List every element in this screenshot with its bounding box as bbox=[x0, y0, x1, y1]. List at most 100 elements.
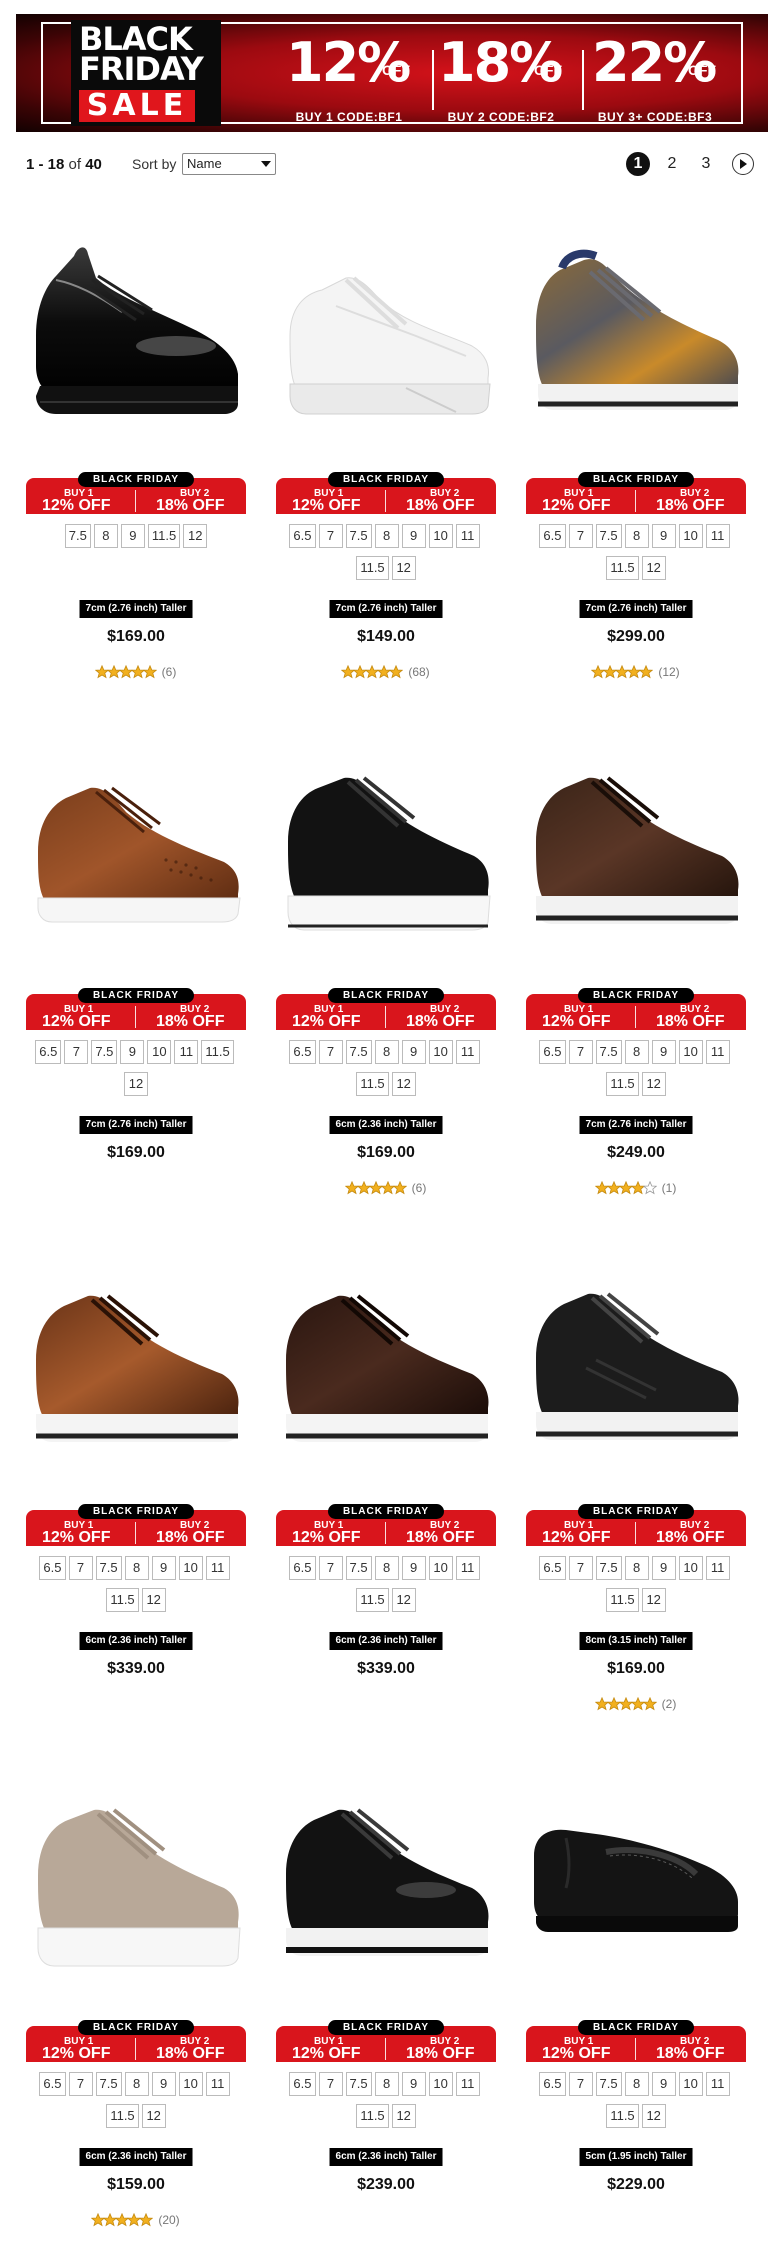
size-option[interactable]: 7.5 bbox=[95, 1556, 122, 1580]
size-option[interactable]: 11 bbox=[455, 1040, 480, 1064]
size-option[interactable]: 6.5 bbox=[289, 1040, 316, 1064]
product-card[interactable]: BLACK FRIDAY BUY 1 12% OFF BUY 2 18% OFF 6.5 7… bbox=[276, 1248, 496, 1748]
product-card[interactable]: BLACK FRIDAY BUY 1 12% OFF BUY 2 18% OFF 6.5 7… bbox=[526, 732, 746, 1232]
size-option[interactable]: 12 bbox=[391, 556, 416, 580]
product-image[interactable] bbox=[26, 732, 246, 962]
product-card[interactable]: BLACK FRIDAY BUY 1 12% OFF BUY 2 18% OFF 6.5 7… bbox=[276, 1764, 496, 2241]
size-option[interactable]: 7.5 bbox=[64, 524, 91, 548]
product-card[interactable]: BLACK FRIDAY BUY 1 12% OFF BUY 2 18% OFF 6.5 7… bbox=[26, 1764, 246, 2241]
size-option[interactable]: 7 bbox=[68, 1556, 93, 1580]
size-option[interactable]: 11 bbox=[455, 1556, 480, 1580]
size-option[interactable]: 11.5 bbox=[356, 1588, 389, 1612]
size-option[interactable]: 7.5 bbox=[345, 524, 372, 548]
page-1-button[interactable]: 1 bbox=[626, 152, 650, 176]
size-option[interactable]: 8 bbox=[624, 1040, 649, 1064]
product-card[interactable]: BLACK FRIDAY BUY 1 12% OFF BUY 2 18% OFF 6.5 7… bbox=[26, 1248, 246, 1748]
size-option[interactable]: 10 bbox=[178, 1556, 203, 1580]
size-option[interactable]: 7 bbox=[568, 2072, 593, 2096]
size-option[interactable]: 11.5 bbox=[356, 2104, 389, 2128]
size-option[interactable]: 6.5 bbox=[539, 1040, 566, 1064]
page-3-button[interactable]: 3 bbox=[694, 152, 718, 176]
size-option[interactable]: 7 bbox=[318, 1040, 343, 1064]
product-image[interactable] bbox=[26, 1248, 246, 1478]
size-option[interactable]: 8 bbox=[624, 1556, 649, 1580]
size-option[interactable]: 7 bbox=[318, 1556, 343, 1580]
size-option[interactable]: 8 bbox=[93, 524, 118, 548]
size-option[interactable]: 11.5 bbox=[606, 556, 639, 580]
size-option[interactable]: 10 bbox=[147, 1040, 172, 1064]
size-option[interactable]: 6.5 bbox=[539, 1556, 566, 1580]
size-option[interactable]: 12 bbox=[391, 1588, 416, 1612]
size-option[interactable]: 9 bbox=[401, 524, 426, 548]
size-option[interactable]: 6.5 bbox=[289, 524, 316, 548]
product-card[interactable]: BLACK FRIDAY BUY 1 12% OFF BUY 2 18% OFF 6.5 7… bbox=[276, 732, 496, 1232]
size-option[interactable]: 7.5 bbox=[345, 1556, 372, 1580]
product-rating[interactable]: (12) bbox=[526, 664, 746, 679]
size-option[interactable]: 7.5 bbox=[91, 1040, 118, 1064]
size-option[interactable]: 10 bbox=[428, 524, 453, 548]
size-option[interactable]: 6.5 bbox=[39, 1556, 66, 1580]
size-option[interactable]: 10 bbox=[428, 1556, 453, 1580]
size-option[interactable]: 12 bbox=[641, 1072, 666, 1096]
size-option[interactable]: 12 bbox=[141, 1588, 166, 1612]
size-option[interactable]: 11 bbox=[205, 2072, 230, 2096]
size-option[interactable]: 12 bbox=[641, 2104, 666, 2128]
size-option[interactable]: 6.5 bbox=[289, 1556, 316, 1580]
product-image[interactable] bbox=[276, 216, 496, 446]
size-option[interactable]: 9 bbox=[651, 2072, 676, 2096]
size-option[interactable]: 9 bbox=[651, 1040, 676, 1064]
size-option[interactable]: 11.5 bbox=[106, 1588, 139, 1612]
size-option[interactable]: 11.5 bbox=[147, 524, 181, 548]
size-option[interactable]: 9 bbox=[120, 1040, 145, 1064]
size-option[interactable]: 10 bbox=[678, 1556, 703, 1580]
size-option[interactable]: 6.5 bbox=[35, 1040, 62, 1064]
product-rating[interactable]: (1) bbox=[526, 1180, 746, 1195]
size-option[interactable]: 10 bbox=[678, 1040, 703, 1064]
size-option[interactable]: 11.5 bbox=[201, 1040, 234, 1064]
product-card[interactable]: BLACK FRIDAY BUY 1 12% OFF BUY 2 18% OFF 6.5 7… bbox=[526, 1248, 746, 1748]
size-option[interactable]: 11.5 bbox=[606, 2104, 639, 2128]
size-option[interactable]: 10 bbox=[178, 2072, 203, 2096]
size-option[interactable]: 7 bbox=[568, 1556, 593, 1580]
product-image[interactable] bbox=[526, 732, 746, 962]
product-card[interactable]: BLACK FRIDAY BUY 1 12% OFF BUY 2 18% OFF 6.5 7… bbox=[526, 216, 746, 716]
size-option[interactable]: 7.5 bbox=[595, 1556, 622, 1580]
size-option[interactable]: 7.5 bbox=[345, 1040, 372, 1064]
product-image[interactable] bbox=[276, 1764, 496, 1994]
product-image[interactable] bbox=[526, 1248, 746, 1478]
size-option[interactable]: 12 bbox=[641, 1588, 666, 1612]
size-option[interactable]: 7 bbox=[64, 1040, 89, 1064]
size-option[interactable]: 11.5 bbox=[606, 1072, 639, 1096]
size-option[interactable]: 10 bbox=[678, 2072, 703, 2096]
product-image[interactable] bbox=[276, 732, 496, 962]
size-option[interactable]: 6.5 bbox=[539, 524, 566, 548]
black-friday-banner[interactable]: BLACK FRIDAY SALE 12% OFF BUY 1 CODE:BF1… bbox=[16, 14, 768, 132]
size-option[interactable]: 12 bbox=[391, 1072, 416, 1096]
size-option[interactable]: 7.5 bbox=[595, 524, 622, 548]
size-option[interactable]: 8 bbox=[374, 1040, 399, 1064]
product-image[interactable] bbox=[276, 1248, 496, 1478]
size-option[interactable]: 10 bbox=[428, 2072, 453, 2096]
size-option[interactable]: 6.5 bbox=[39, 2072, 66, 2096]
size-option[interactable]: 11.5 bbox=[356, 1072, 389, 1096]
size-option[interactable]: 7 bbox=[318, 524, 343, 548]
product-card[interactable]: BLACK FRIDAY BUY 1 12% OFF BUY 2 18% OFF 6.5 7… bbox=[276, 216, 496, 716]
sort-select[interactable]: Name bbox=[182, 153, 276, 175]
size-option[interactable]: 8 bbox=[374, 2072, 399, 2096]
product-card[interactable]: BLACK FRIDAY BUY 1 12% OFF BUY 2 18% OFF 7.5 8… bbox=[26, 216, 246, 716]
size-option[interactable]: 11.5 bbox=[606, 1588, 639, 1612]
product-image[interactable] bbox=[26, 1764, 246, 1994]
size-option[interactable]: 11 bbox=[174, 1040, 199, 1064]
size-option[interactable]: 10 bbox=[428, 1040, 453, 1064]
size-option[interactable]: 7 bbox=[568, 1040, 593, 1064]
size-option[interactable]: 8 bbox=[374, 524, 399, 548]
size-option[interactable]: 8 bbox=[624, 2072, 649, 2096]
product-image[interactable] bbox=[526, 1764, 746, 1994]
size-option[interactable]: 8 bbox=[624, 524, 649, 548]
size-option[interactable]: 11 bbox=[205, 1556, 230, 1580]
size-option[interactable]: 8 bbox=[124, 1556, 149, 1580]
size-option[interactable]: 7 bbox=[68, 2072, 93, 2096]
size-option[interactable]: 11 bbox=[705, 524, 730, 548]
size-option[interactable]: 11 bbox=[705, 1556, 730, 1580]
size-option[interactable]: 12 bbox=[183, 524, 208, 548]
